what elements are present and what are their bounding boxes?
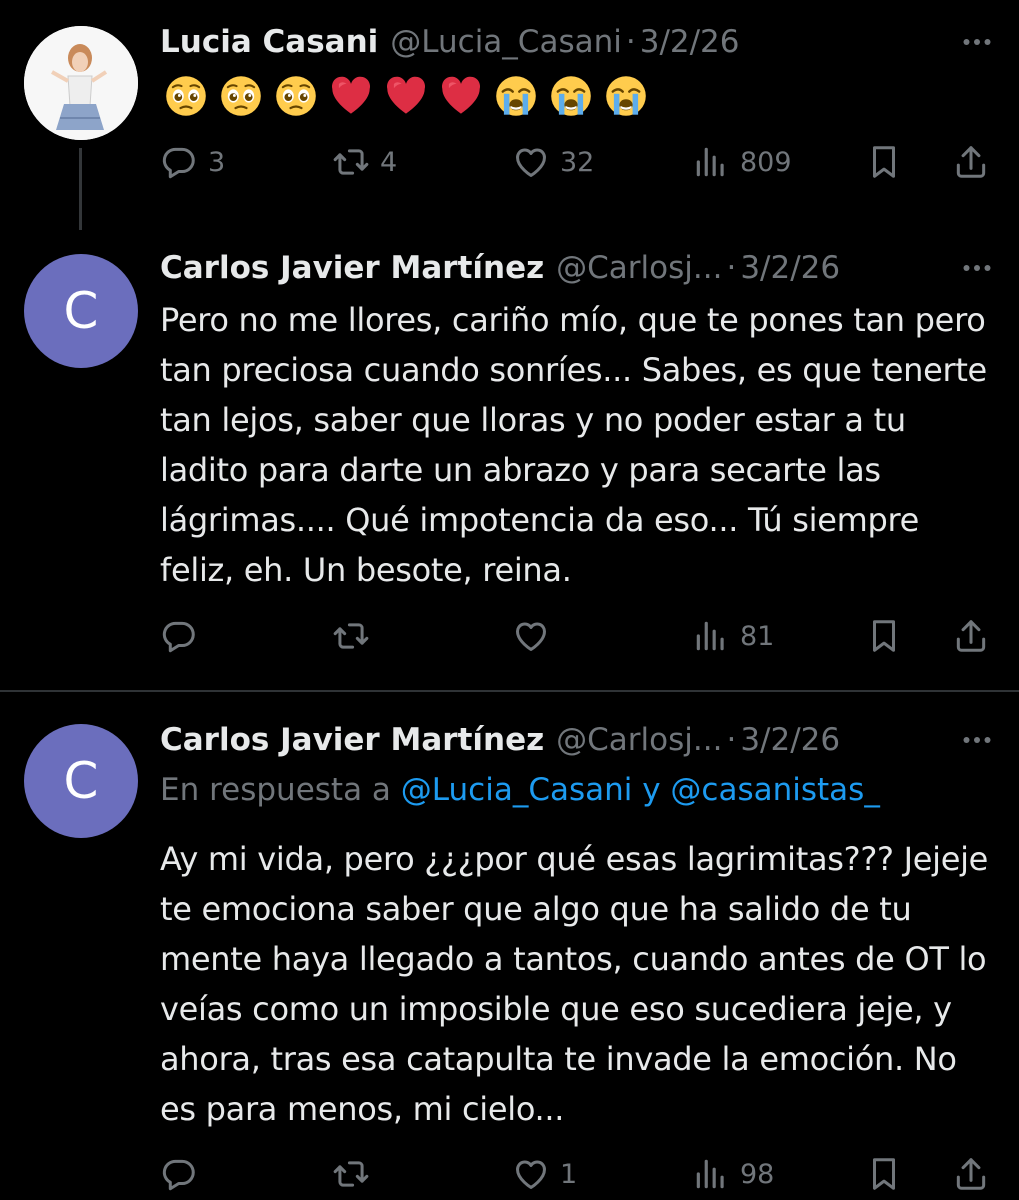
share-button[interactable] bbox=[952, 137, 990, 187]
author-name[interactable]: Carlos Javier Martínez bbox=[160, 722, 544, 758]
tweet-header: Carlos Javier Martínez @Carlosj... · 3/2… bbox=[160, 718, 999, 762]
author-handle[interactable]: @Carlosj... bbox=[556, 250, 722, 286]
repost-icon bbox=[332, 617, 370, 655]
bookmark-button[interactable] bbox=[865, 137, 903, 187]
tweet-header: Lucia Casani @Lucia_Casani · 3/2/26 bbox=[160, 20, 999, 64]
like-button[interactable] bbox=[512, 611, 550, 661]
reply-button[interactable] bbox=[160, 611, 198, 661]
author-name[interactable]: Lucia Casani bbox=[160, 24, 378, 60]
avatar-carlos[interactable]: C bbox=[24, 254, 138, 368]
views-count: 809 bbox=[740, 146, 792, 178]
share-icon bbox=[952, 617, 990, 655]
bookmark-button[interactable] bbox=[865, 611, 903, 661]
views-icon bbox=[692, 617, 730, 655]
emoji-text bbox=[160, 70, 655, 122]
like-count: 1 bbox=[560, 1158, 578, 1190]
reply-icon bbox=[160, 1155, 198, 1193]
avatar-photo-icon bbox=[24, 26, 138, 140]
separator-dot: · bbox=[726, 250, 737, 286]
tweet-carlos-2[interactable]: C Carlos Javier Martínez @Carlosj... · 3… bbox=[0, 692, 1019, 1200]
action-bar: 1 98 bbox=[160, 1149, 993, 1199]
repost-button[interactable]: 4 bbox=[332, 137, 397, 187]
loudly-crying-face-emoji bbox=[490, 70, 542, 122]
like-button[interactable]: 32 bbox=[512, 137, 594, 187]
red-heart-emoji bbox=[435, 70, 487, 122]
replying-to: En respuesta a @Lucia_Casani y @casanist… bbox=[160, 772, 880, 808]
pleading-face-emoji bbox=[215, 70, 267, 122]
like-count: 32 bbox=[560, 146, 595, 178]
separator-dot: · bbox=[726, 722, 737, 758]
more-options-icon[interactable] bbox=[955, 246, 999, 290]
reply-button[interactable]: 3 bbox=[160, 137, 225, 187]
action-bar: 81 bbox=[160, 611, 993, 661]
views-button[interactable]: 81 bbox=[692, 611, 774, 661]
tweet-date[interactable]: 3/2/26 bbox=[640, 24, 740, 60]
reply-button[interactable] bbox=[160, 1149, 198, 1199]
bookmark-icon bbox=[865, 1155, 903, 1193]
bookmark-icon bbox=[865, 143, 903, 181]
bookmark-button[interactable] bbox=[865, 1149, 903, 1199]
pleading-face-emoji bbox=[160, 70, 212, 122]
more-options-icon[interactable] bbox=[955, 20, 999, 64]
views-icon bbox=[692, 143, 730, 181]
views-count: 98 bbox=[740, 1158, 775, 1190]
tweet-text: Ay mi vida, pero ¿¿¿por qué esas lagrimi… bbox=[160, 840, 989, 1128]
tweet-header: Carlos Javier Martínez @Carlosj... · 3/2… bbox=[160, 246, 999, 290]
separator-dot: · bbox=[625, 24, 636, 60]
author-handle[interactable]: @Carlosj... bbox=[556, 722, 722, 758]
reply-icon bbox=[160, 143, 198, 181]
share-button[interactable] bbox=[952, 1149, 990, 1199]
repost-button[interactable] bbox=[332, 1149, 370, 1199]
bookmark-icon bbox=[865, 617, 903, 655]
replying-to-mentions[interactable]: @Lucia_Casani y @casanistas_ bbox=[401, 772, 880, 808]
avatar-lucia[interactable] bbox=[24, 26, 138, 140]
tweet-date[interactable]: 3/2/26 bbox=[740, 722, 840, 758]
tweet-lucia[interactable]: Lucia Casani @Lucia_Casani · 3/2/26 3 4 … bbox=[0, 0, 1019, 230]
reply-icon bbox=[160, 617, 198, 655]
views-button[interactable]: 98 bbox=[692, 1149, 774, 1199]
views-count: 81 bbox=[740, 620, 775, 652]
share-icon bbox=[952, 1155, 990, 1193]
views-button[interactable]: 809 bbox=[692, 137, 792, 187]
more-options-icon[interactable] bbox=[955, 718, 999, 762]
like-button[interactable]: 1 bbox=[512, 1149, 577, 1199]
views-icon bbox=[692, 1155, 730, 1193]
reply-count: 3 bbox=[208, 146, 226, 178]
author-handle[interactable]: @Lucia_Casani bbox=[390, 24, 622, 60]
like-icon bbox=[512, 617, 550, 655]
share-button[interactable] bbox=[952, 611, 990, 661]
like-icon bbox=[512, 1155, 550, 1193]
repost-icon bbox=[332, 1155, 370, 1193]
author-name[interactable]: Carlos Javier Martínez bbox=[160, 250, 544, 286]
tweet-carlos-1[interactable]: C Carlos Javier Martínez @Carlosj... · 3… bbox=[0, 230, 1019, 690]
loudly-crying-face-emoji bbox=[545, 70, 597, 122]
pleading-face-emoji bbox=[270, 70, 322, 122]
share-icon bbox=[952, 143, 990, 181]
repost-button[interactable] bbox=[332, 611, 370, 661]
repost-count: 4 bbox=[380, 146, 398, 178]
red-heart-emoji bbox=[325, 70, 377, 122]
tweet-date[interactable]: 3/2/26 bbox=[740, 250, 840, 286]
red-heart-emoji bbox=[380, 70, 432, 122]
like-icon bbox=[512, 143, 550, 181]
repost-icon bbox=[332, 143, 370, 181]
tweet-text: Pero no me llores, cariño mío, que te po… bbox=[160, 301, 987, 589]
thread-connector-line bbox=[79, 148, 82, 230]
replying-to-label: En respuesta a bbox=[160, 772, 391, 808]
loudly-crying-face-emoji bbox=[600, 70, 652, 122]
avatar-carlos[interactable]: C bbox=[24, 724, 138, 838]
action-bar: 3 4 32 809 bbox=[160, 137, 993, 187]
